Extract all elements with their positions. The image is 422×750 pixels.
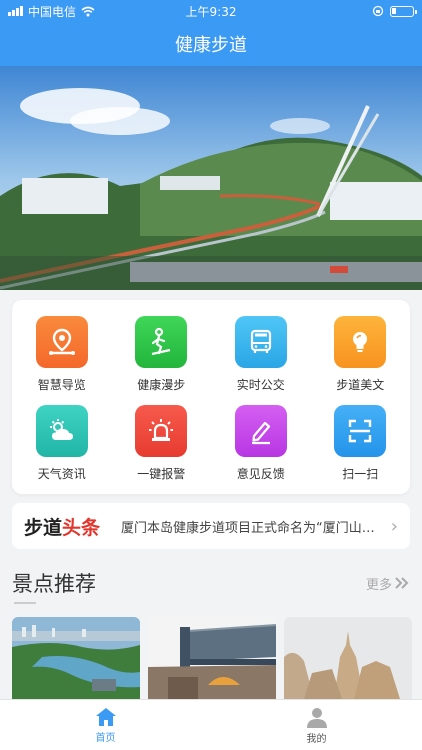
feature-label: 实时公交 (236, 378, 285, 392)
feature-feedback[interactable]: 意见反馈 (211, 399, 311, 488)
home-icon (95, 707, 116, 726)
nav-bar: 健康步道 (0, 22, 422, 66)
location-route-icon (35, 316, 88, 368)
news-headline[interactable]: 厦门本岛健康步道项目正式命名为“厦门山海健康步道” (121, 517, 378, 536)
feature-label: 步道美文 (336, 378, 385, 392)
tab-mine[interactable]: 我的 (211, 700, 422, 750)
news-ticker[interactable]: 步道头条 厦门本岛健康步道项目正式命名为“厦门山海健康步道” › (12, 503, 410, 549)
bus-icon (234, 316, 287, 368)
scenic-card-boardwalk[interactable] (148, 617, 276, 699)
lightbulb-icon (334, 316, 387, 368)
page-title: 健康步道 (175, 35, 247, 56)
scenic-image (284, 617, 412, 699)
feature-smart-guide[interactable]: 智慧导览 (12, 310, 112, 399)
walking-icon (135, 316, 188, 368)
feature-label: 天气资讯 (37, 467, 86, 481)
tab-label: 首页 (95, 732, 116, 744)
feature-label: 健康漫步 (137, 378, 186, 392)
feature-healthy-walk[interactable]: 健康漫步 (112, 310, 212, 399)
bridge-illustration (0, 66, 422, 290)
chevron-right-icon[interactable]: › (378, 516, 398, 537)
tab-label: 我的 (306, 733, 327, 745)
scenic-card-lake[interactable] (12, 617, 140, 699)
signal-icon (8, 6, 23, 16)
scenic-image (148, 617, 276, 699)
scan-icon (334, 405, 387, 457)
battery-icon (390, 5, 417, 17)
news-brand: 步道头条 (24, 513, 100, 540)
weather-icon (35, 405, 88, 457)
news-brand-red: 头条 (62, 516, 101, 539)
scenic-card-sand-sculpture[interactable] (284, 617, 412, 699)
feature-scan[interactable]: 扫一扫 (311, 399, 411, 488)
user-icon (306, 707, 327, 728)
feature-emergency-alarm[interactable]: 一键报警 (112, 399, 212, 488)
status-time: 上午9:32 (185, 4, 237, 19)
feedback-pen-icon (234, 405, 287, 457)
double-chevron-right-icon (395, 577, 409, 589)
scenic-section-header: 景点推荐 更多 (12, 565, 410, 604)
status-bar: 中国电信 上午9:32 (0, 0, 422, 22)
news-brand-black: 步道 (24, 516, 63, 539)
feature-grid: 智慧导览 健康漫步 实时公交 步道美文 天气资讯 一键报警 意见反馈 扫一扫 (12, 300, 410, 494)
banner-image[interactable] (0, 66, 422, 290)
more-label: 更多 (365, 577, 392, 593)
rotation-lock-icon (372, 5, 384, 17)
section-title: 景点推荐 (12, 568, 96, 604)
feature-trail-essays[interactable]: 步道美文 (311, 310, 411, 399)
wifi-icon (81, 6, 95, 16)
feature-label: 智慧导览 (37, 378, 86, 392)
alarm-icon (135, 405, 188, 457)
feature-realtime-bus[interactable]: 实时公交 (211, 310, 311, 399)
scenic-list (12, 617, 422, 699)
feature-weather[interactable]: 天气资讯 (12, 399, 112, 488)
feature-label: 一键报警 (137, 467, 186, 481)
feature-label: 意见反馈 (236, 467, 285, 481)
tab-bar: 首页 我的 (0, 699, 422, 750)
tab-home[interactable]: 首页 (0, 700, 211, 750)
feature-label: 扫一扫 (342, 467, 379, 481)
carrier-name: 中国电信 (28, 4, 77, 19)
scenic-image (12, 617, 140, 699)
more-link[interactable]: 更多 (366, 574, 410, 593)
